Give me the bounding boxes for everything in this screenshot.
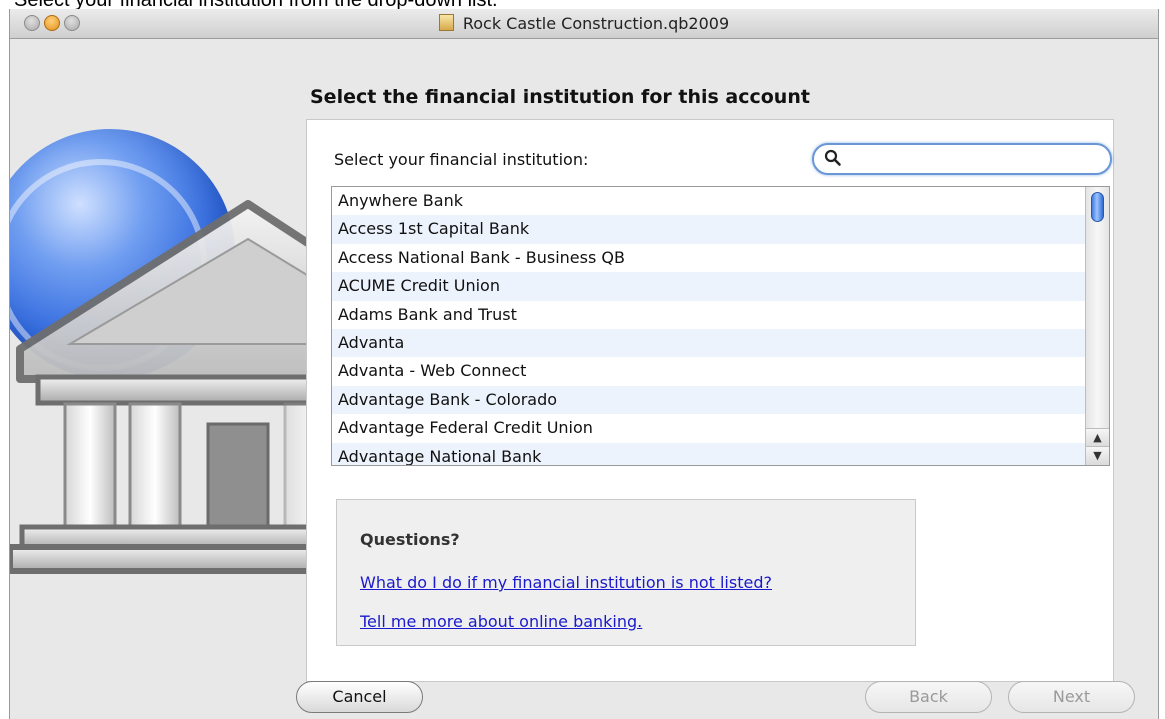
selection-panel: Select your financial institution: Anywh… bbox=[306, 119, 1114, 682]
online-banking-help-link[interactable]: Tell me more about online banking. bbox=[360, 612, 642, 631]
questions-box: Questions? What do I do if my financial … bbox=[336, 499, 916, 646]
list-item[interactable]: Advanta bbox=[332, 328, 1086, 358]
list-item[interactable]: Advanta - Web Connect bbox=[332, 357, 1086, 386]
back-button[interactable]: Back bbox=[865, 681, 992, 713]
list-item[interactable]: Advantage Federal Credit Union bbox=[332, 414, 1086, 443]
list-item[interactable]: ACUME Credit Union bbox=[332, 272, 1086, 301]
list-item[interactable]: Anywhere Bank bbox=[332, 187, 1086, 216]
page-title: Select the financial institution for thi… bbox=[310, 86, 810, 108]
list-item[interactable]: Advantage National Bank bbox=[332, 442, 1086, 465]
window-title: Rock Castle Construction.qb2009 bbox=[462, 14, 730, 33]
next-button[interactable]: Next bbox=[1008, 681, 1135, 713]
list-item[interactable]: Access National Bank - Business QB bbox=[332, 243, 1086, 273]
document-icon bbox=[438, 14, 454, 31]
scroll-thumb[interactable] bbox=[1091, 192, 1104, 222]
list-item[interactable]: Adams Bank and Trust bbox=[332, 300, 1086, 329]
search-icon bbox=[824, 149, 841, 166]
cancel-button[interactable]: Cancel bbox=[296, 681, 423, 713]
scroll-up-icon[interactable]: ▲ bbox=[1086, 428, 1109, 447]
institution-list[interactable]: Anywhere Bank Access 1st Capital Bank Ac… bbox=[331, 186, 1110, 466]
institution-label: Select your financial institution: bbox=[334, 150, 589, 169]
list-item[interactable]: Advantage Bank - Colorado bbox=[332, 385, 1086, 415]
scroll-down-icon[interactable]: ▼ bbox=[1086, 446, 1109, 465]
app-window: Rock Castle Construction.qb2009 Select t… bbox=[9, 9, 1159, 719]
not-listed-help-link[interactable]: What do I do if my financial institution… bbox=[360, 573, 772, 592]
title-bar[interactable]: Rock Castle Construction.qb2009 bbox=[10, 9, 1158, 39]
search-input[interactable] bbox=[846, 148, 1105, 170]
list-item[interactable]: Access 1st Capital Bank bbox=[332, 215, 1086, 244]
search-field[interactable] bbox=[812, 143, 1112, 175]
list-scrollbar[interactable]: ▲ ▼ bbox=[1085, 187, 1109, 465]
window-title-wrap: Rock Castle Construction.qb2009 bbox=[10, 14, 1158, 33]
questions-heading: Questions? bbox=[360, 530, 460, 549]
